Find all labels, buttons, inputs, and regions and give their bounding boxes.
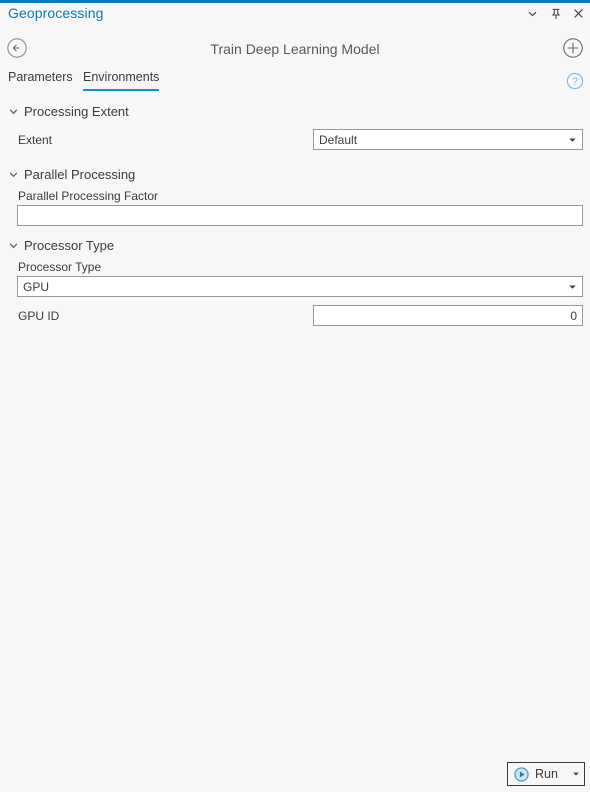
extent-dropdown[interactable]: Default <box>313 129 583 150</box>
tab-parameters[interactable]: Parameters <box>8 70 73 89</box>
field-label-gpu-id: GPU ID <box>18 309 60 323</box>
plus-circle-icon[interactable] <box>562 37 584 59</box>
tab-bar: Parameters Environments ? <box>0 70 590 96</box>
field-row-processor-type: Processor Type GPU <box>0 259 590 297</box>
gpu-id-input[interactable]: 0 <box>313 305 583 326</box>
panel-title-bar-controls <box>525 6 586 21</box>
run-button[interactable]: Run <box>508 763 568 785</box>
tool-header: Train Deep Learning Model <box>0 30 590 68</box>
tab-environments[interactable]: Environments <box>83 70 160 91</box>
field-label-processor-type: Processor Type <box>18 260 102 274</box>
panel-title-bar: Geoprocessing <box>0 3 590 28</box>
section-header-processor-type[interactable]: Processor Type <box>0 234 590 256</box>
chevron-down-icon <box>8 240 19 251</box>
chevron-down-icon <box>568 135 577 144</box>
close-icon[interactable] <box>571 6 586 21</box>
help-circle-icon[interactable]: ? <box>566 72 584 90</box>
field-row-parallel-processing-factor: Parallel Processing Factor <box>0 188 590 226</box>
chevron-down-icon[interactable] <box>525 6 540 21</box>
processor-type-dropdown-value: GPU <box>23 280 50 294</box>
page-title: Train Deep Learning Model <box>210 41 380 57</box>
chevron-down-icon <box>8 106 19 117</box>
field-row-gpu-id: GPU ID 0 <box>0 303 590 331</box>
processor-type-dropdown[interactable]: GPU <box>17 276 583 297</box>
field-label-parallel-processing-factor: Parallel Processing Factor <box>18 189 159 203</box>
chevron-down-icon <box>8 169 19 180</box>
section-header-parallel-processing[interactable]: Parallel Processing <box>0 163 590 185</box>
section-title: Processor Type <box>24 237 115 253</box>
section-header-processing-extent[interactable]: Processing Extent <box>0 100 590 122</box>
gpu-id-value: 0 <box>570 309 577 323</box>
field-label-extent: Extent <box>18 133 53 147</box>
extent-dropdown-value: Default <box>319 133 358 147</box>
panel-title: Geoprocessing <box>8 5 104 21</box>
chevron-down-icon <box>568 282 577 291</box>
run-button-label: Run <box>535 767 558 781</box>
pin-icon[interactable] <box>548 6 563 21</box>
run-button-group: Run <box>507 762 585 786</box>
run-dropdown-button[interactable] <box>568 763 584 785</box>
section-title: Processing Extent <box>24 103 129 119</box>
field-row-extent: Extent Default <box>0 127 590 155</box>
environments-content: Processing Extent Extent Default Paralle… <box>0 100 590 750</box>
play-circle-icon <box>514 766 529 782</box>
section-title: Parallel Processing <box>24 166 136 182</box>
svg-text:?: ? <box>572 77 578 88</box>
parallel-processing-factor-input[interactable] <box>17 205 583 226</box>
